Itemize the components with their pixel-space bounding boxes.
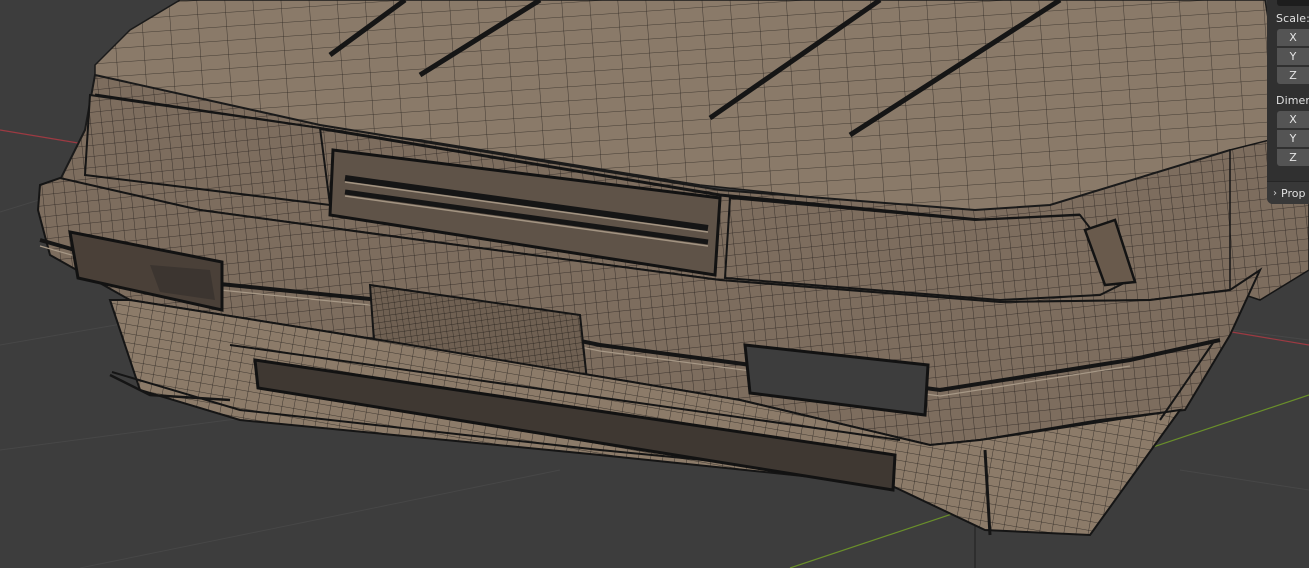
scale-z-field[interactable]: Z (1277, 67, 1309, 84)
x-axis-line (0, 129, 91, 146)
scale-label: Scale: (1276, 12, 1309, 25)
x-axis-line-right (1219, 329, 1309, 346)
dimensions-y-field[interactable]: Y (1277, 130, 1309, 147)
viewport-canvas[interactable] (0, 0, 1309, 568)
chevron-right-icon: › (1273, 187, 1277, 199)
dimensions-z-field[interactable]: Z (1277, 149, 1309, 166)
transform-sidebar-panel: Scale: X Y Z Dimen X Y Z › Prop (1267, 0, 1309, 204)
dimensions-label: Dimen (1276, 94, 1309, 107)
scale-y-field[interactable]: Y (1277, 48, 1309, 65)
rotation-mode-field[interactable] (1277, 0, 1309, 6)
3d-viewport[interactable] (0, 0, 1309, 568)
scale-x-field[interactable]: X (1277, 29, 1309, 46)
dimensions-x-field[interactable]: X (1277, 111, 1309, 128)
properties-section-label: Prop (1281, 186, 1306, 200)
properties-section-header[interactable]: › Prop (1267, 181, 1309, 204)
car-mesh (36, 0, 1309, 537)
